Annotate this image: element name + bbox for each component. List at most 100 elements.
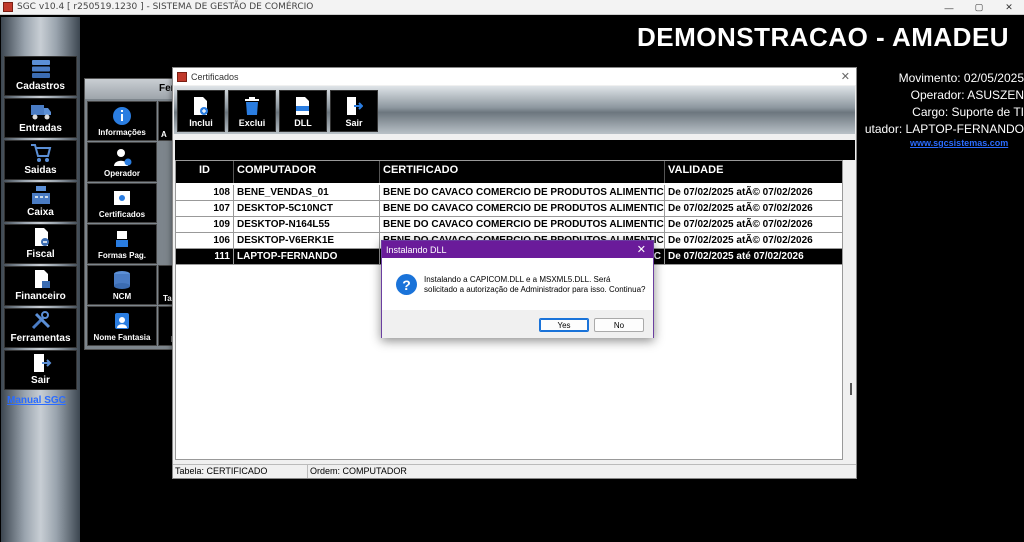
certificados-button[interactable]: Certificados bbox=[87, 183, 157, 223]
certificados-close-button[interactable]: ✕ bbox=[841, 70, 850, 83]
computador-label: utador: LAPTOP-FERNANDO bbox=[864, 122, 1024, 136]
status-tabela: Tabela: CERTIFICADO bbox=[173, 465, 308, 478]
payment-icon bbox=[116, 231, 128, 247]
cell-computador: DESKTOP-5C10NCT bbox=[234, 201, 380, 217]
dialog-close-button[interactable]: ✕ bbox=[637, 243, 646, 256]
sidebar-item-sair[interactable]: Sair bbox=[4, 350, 77, 390]
sidebar-item-financeiro[interactable]: Financeiro bbox=[4, 266, 77, 306]
window-titlebar: SGC v10.4 [ r250519.1230 ] - SISTEMA DE … bbox=[0, 0, 1024, 15]
sidebar-item-label: Caixa bbox=[27, 207, 54, 218]
cart-icon bbox=[30, 144, 51, 162]
instalando-dll-dialog: Instalando DLL ✕ ? Instalando a CAPICOM.… bbox=[381, 240, 654, 338]
column-header-validade[interactable]: VALIDADE bbox=[665, 161, 842, 183]
table-row[interactable]: 109 DESKTOP-N164L55 BENE DO CAVACO COMER… bbox=[176, 217, 842, 233]
maximize-button[interactable]: ▢ bbox=[964, 0, 994, 15]
sidebar-item-fiscal[interactable]: Fiscal bbox=[4, 224, 77, 264]
app-screen: SGC v10.4 [ r250519.1230 ] - SISTEMA DE … bbox=[0, 0, 1024, 542]
certificate-icon bbox=[114, 191, 130, 205]
cell-certificado: BENE DO CAVACO COMERCIO DE PRODUTOS ALIM… bbox=[380, 185, 665, 201]
tools-icon bbox=[31, 311, 50, 330]
window-controls: — ▢ ✕ bbox=[934, 0, 1024, 15]
sidebar-item-label: Sair bbox=[31, 375, 50, 386]
sidebar-item-label: Fiscal bbox=[26, 249, 55, 260]
cell-computador: DESKTOP-V6ERK1E bbox=[234, 233, 380, 249]
question-icon: ? bbox=[396, 274, 417, 295]
close-button[interactable]: ✕ bbox=[994, 0, 1024, 15]
ferramentas-button-label: Nome Fantasia bbox=[93, 333, 151, 342]
sair-button[interactable]: Sair bbox=[330, 90, 378, 132]
app-logo-icon bbox=[177, 71, 187, 82]
ncm-database-icon bbox=[114, 271, 130, 289]
sidebar-item-entradas[interactable]: Entradas bbox=[4, 98, 77, 138]
cell-computador: DESKTOP-N164L55 bbox=[234, 217, 380, 233]
informacoes-button[interactable]: Informações bbox=[87, 101, 157, 141]
cell-validade: De 07/02/2025 até 07/02/2026 bbox=[665, 249, 842, 265]
toolbar-button-label: Sair bbox=[345, 118, 363, 128]
sidebar-item-label: Financeiro bbox=[15, 291, 66, 302]
dialog-message: Instalando a CAPICOM.DLL e a MSXML5.DLL.… bbox=[424, 275, 646, 294]
cell-validade: De 07/02/2025 atÃ© 07/02/2026 bbox=[665, 217, 842, 233]
dialog-body: ? Instalando a CAPICOM.DLL e a MSXML5.DL… bbox=[382, 258, 653, 310]
id-badge-icon bbox=[115, 313, 129, 329]
filter-bar bbox=[175, 140, 855, 160]
column-header-id[interactable]: ID bbox=[176, 161, 234, 183]
minimize-button[interactable]: — bbox=[934, 0, 964, 15]
inclui-button[interactable]: Inclui bbox=[177, 90, 225, 132]
yes-button[interactable]: Yes bbox=[539, 318, 589, 332]
sidebar-item-cadastros[interactable]: Cadastros bbox=[4, 56, 77, 96]
manual-sgc-link[interactable]: Manual SGC bbox=[7, 395, 66, 406]
operador-button[interactable]: Operador bbox=[87, 142, 157, 182]
cell-computador: BENE_VENDAS_01 bbox=[234, 185, 380, 201]
cell-id: 109 bbox=[176, 217, 234, 233]
ferramentas-button-label: NCM bbox=[112, 292, 132, 301]
ferramentas-title: Fer bbox=[85, 79, 183, 99]
dll-file-icon bbox=[296, 97, 309, 115]
movimento-date: Movimento: 02/05/2025 bbox=[898, 71, 1024, 85]
no-button[interactable]: No bbox=[594, 318, 644, 332]
dialog-footer: Yes No bbox=[382, 310, 653, 338]
sidebar-item-caixa[interactable]: Caixa bbox=[4, 182, 77, 222]
cell-validade: De 07/02/2025 atÃ© 07/02/2026 bbox=[665, 185, 842, 201]
company-name: DEMONSTRACAO - AMADEU bbox=[637, 22, 1010, 52]
scrollbar-thumb[interactable] bbox=[850, 383, 852, 395]
nome-fantasia-button[interactable]: Nome Fantasia bbox=[87, 306, 157, 346]
ncm-button[interactable]: NCM bbox=[87, 265, 157, 305]
operador-label: Operador: ASUSZEN bbox=[910, 88, 1024, 102]
status-bar: Tabela: CERTIFICADO Ordem: COMPUTADOR bbox=[173, 464, 856, 478]
cell-id: 108 bbox=[176, 185, 234, 201]
ferramentas-button-label: Formas Pag. bbox=[97, 251, 146, 260]
info-icon bbox=[113, 107, 131, 125]
toolbar-button-label: DLL bbox=[294, 118, 312, 128]
cell-computador: LAPTOP-FERNANDO bbox=[234, 249, 380, 265]
database-icon bbox=[31, 60, 50, 78]
sidebar-item-label: Ferramentas bbox=[10, 333, 71, 344]
document-icon bbox=[34, 228, 49, 246]
grid-header: ID COMPUTADOR CERTIFICADO VALIDADE bbox=[176, 161, 842, 183]
table-row[interactable]: 107 DESKTOP-5C10NCT BENE DO CAVACO COMER… bbox=[176, 201, 842, 217]
ferramentas-panel: Fer Informações Operador Certificados Fo… bbox=[84, 78, 186, 350]
column-header-certificado[interactable]: CERTIFICADO bbox=[380, 161, 665, 183]
ferramentas-side-label: Ta bbox=[163, 294, 172, 303]
exit-door-icon bbox=[33, 354, 51, 372]
exclui-button[interactable]: Exclui bbox=[228, 90, 276, 132]
grid-vertical-scrollbar[interactable] bbox=[846, 160, 856, 460]
add-file-icon bbox=[194, 97, 208, 115]
exit-door-icon bbox=[347, 97, 363, 115]
cell-id: 107 bbox=[176, 201, 234, 217]
truck-icon bbox=[30, 105, 51, 120]
sidebar-item-ferramentas[interactable]: Ferramentas bbox=[4, 308, 77, 348]
sidebar-item-saidas[interactable]: Saidas bbox=[4, 140, 77, 180]
column-header-computador[interactable]: COMPUTADOR bbox=[234, 161, 380, 183]
cell-validade: De 07/02/2025 atÃ© 07/02/2026 bbox=[665, 201, 842, 217]
main-sidebar: Cadastros Entradas Saidas Caixa Fiscal F… bbox=[1, 17, 80, 542]
cell-id: 106 bbox=[176, 233, 234, 249]
cell-id: 111 bbox=[176, 249, 234, 265]
finance-icon bbox=[34, 270, 50, 288]
ferramentas-side-label: A bbox=[161, 130, 167, 139]
site-link[interactable]: www.sgcsistemas.com bbox=[910, 138, 1008, 148]
ferramentas-button-label: Operador bbox=[103, 169, 140, 178]
dll-button[interactable]: DLL bbox=[279, 90, 327, 132]
formas-pag-button[interactable]: Formas Pag. bbox=[87, 224, 157, 264]
table-row[interactable]: 108 BENE_VENDAS_01 BENE DO CAVACO COMERC… bbox=[176, 185, 842, 201]
sidebar-item-label: Saidas bbox=[24, 165, 57, 176]
